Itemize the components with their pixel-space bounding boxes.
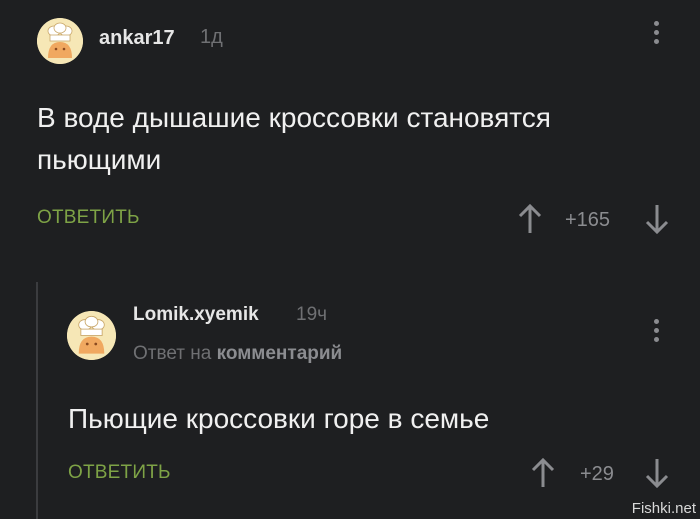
score: +29 (580, 463, 614, 485)
chef-hat-avatar-icon (67, 311, 116, 360)
arrow-down-icon[interactable] (645, 204, 669, 234)
reply-time: 19ч (296, 304, 328, 325)
thread-line (36, 282, 38, 519)
reply-button[interactable]: ОТВЕТИТЬ (68, 462, 171, 484)
kebab-menu-icon[interactable] (652, 21, 660, 44)
arrow-down-icon[interactable] (645, 458, 669, 488)
comment-time: 1д (200, 26, 223, 48)
arrow-up-icon[interactable] (518, 204, 542, 234)
chef-hat-avatar-icon (37, 18, 83, 64)
score: +165 (565, 209, 611, 231)
reply-avatar[interactable] (67, 311, 116, 360)
reply-username[interactable]: Lomik.xyemik (133, 304, 259, 326)
arrow-up-icon[interactable] (531, 458, 555, 488)
comment-username[interactable]: ankar17 (99, 27, 175, 50)
kebab-menu-icon[interactable] (652, 319, 660, 342)
reply-context-prefix: Ответ на (133, 343, 212, 364)
reply-button[interactable]: ОТВЕТИТЬ (37, 207, 140, 229)
comment-text: В воде дышашие кроссовки становятся пьющ… (37, 102, 551, 175)
reply-context-link[interactable]: комментарий (217, 343, 343, 364)
reply-context: Ответ на комментарий (133, 343, 342, 365)
watermark: Fishki.net (631, 500, 696, 517)
reply-text: Пьющие кроссовки горе в семье (68, 403, 490, 434)
avatar[interactable] (37, 18, 83, 64)
